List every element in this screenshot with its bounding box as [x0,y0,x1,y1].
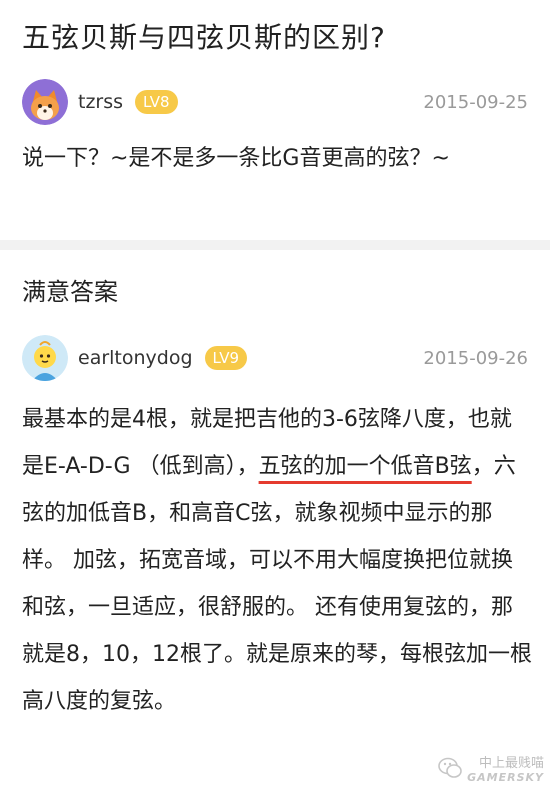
answer-body: 最基本的是4根，就是把吉他的3-6弦降八度，也就是E-A-D-G （低到高），五… [22,396,532,725]
fox-avatar-icon[interactable] [22,79,68,125]
question-author-name[interactable]: tzrss [78,91,123,113]
watermark-text-en: GAMERSKY [467,771,544,784]
wechat-icon [438,757,462,778]
answer-date: 2015-09-26 [423,347,528,369]
answer-author-name[interactable]: earltonydog [78,347,193,369]
question-date: 2015-09-25 [423,91,528,113]
answer-text-part-2: ，六弦的加低音B，和高音C弦，就象视频中显示的那样。 加弦，拓宽音域，可以不用大… [22,454,532,714]
question-author-row: tzrss LV8 2015-09-25 [22,78,528,126]
question-card: 五弦贝斯与四弦贝斯的区别? tzrss LV8 2015-09-25 说一下？~… [0,0,550,240]
answer-highlighted-text: 五弦的加一个低音B弦 [258,454,472,479]
question-body: 说一下？~是不是多一条比G音更高的弦？~ [22,146,450,171]
best-answer-heading: 满意答案 [22,278,118,306]
answer-author-level-badge: LV9 [204,346,248,370]
answer-author-row: earltonydog LV9 2015-09-26 [22,334,528,382]
section-divider [0,240,550,250]
baby-avatar-icon[interactable] [22,335,68,381]
watermark: 中上最贱喵 GAMERSKY [437,752,544,784]
question-author-level-badge: LV8 [135,90,178,114]
watermark-text-cn: 中上最贱喵 [478,756,544,771]
question-title: 五弦贝斯与四弦贝斯的区别? [22,21,386,54]
